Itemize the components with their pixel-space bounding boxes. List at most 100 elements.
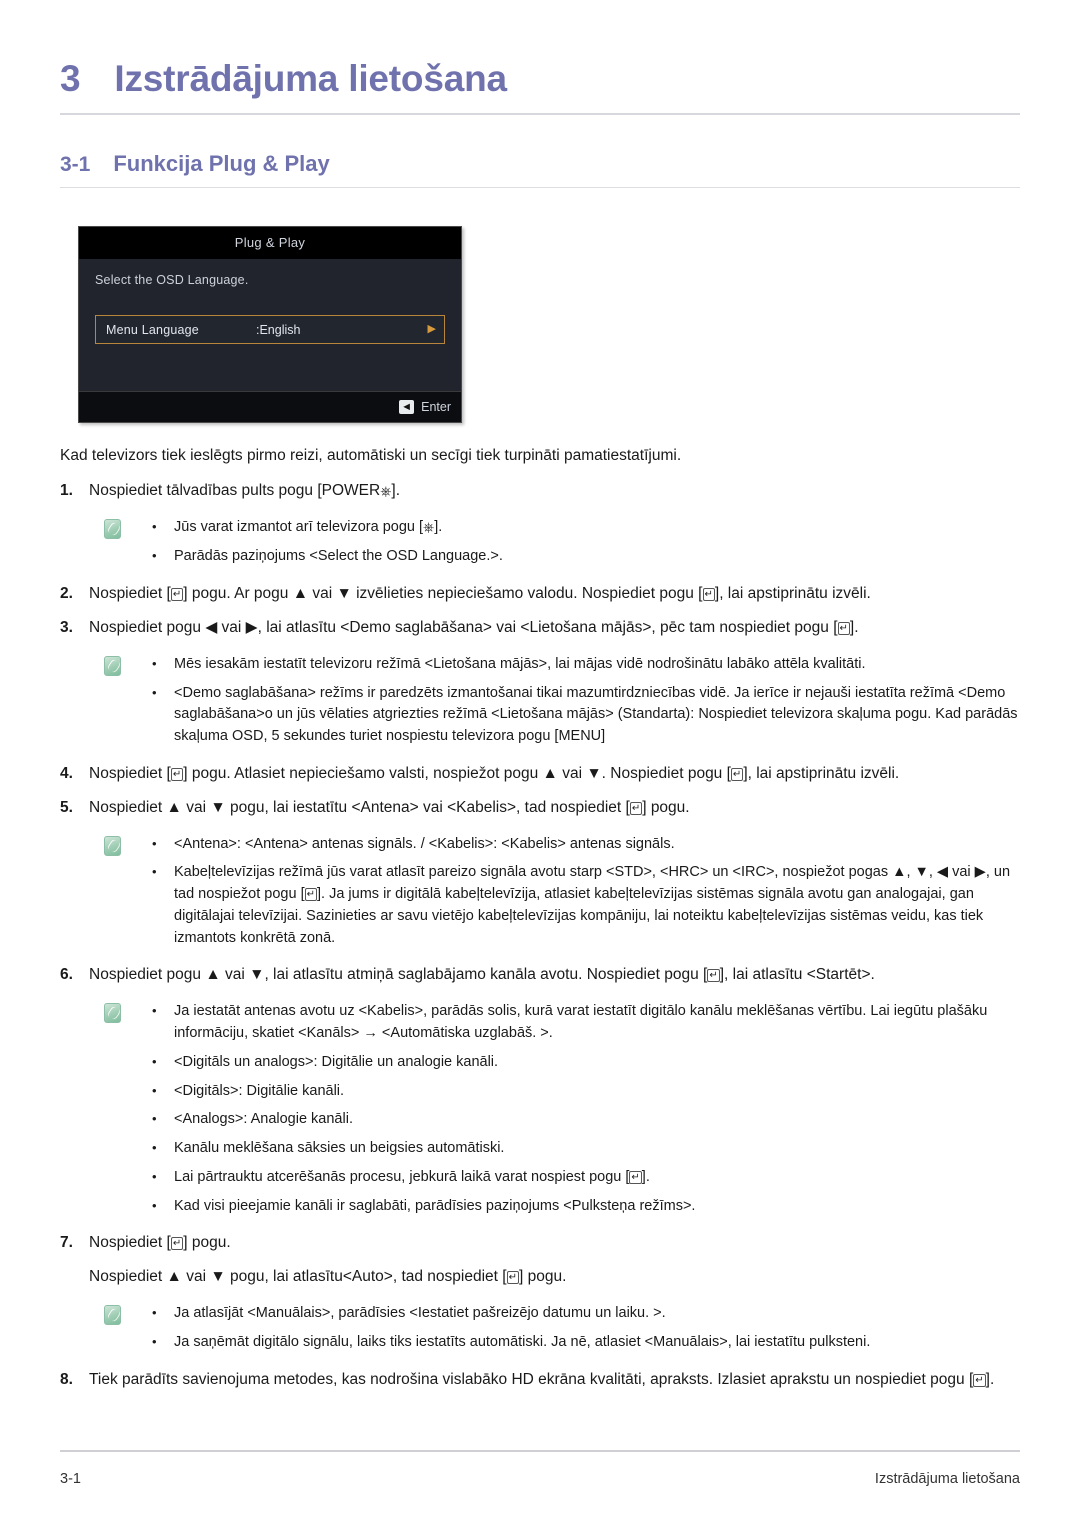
osd-enter-label: Enter <box>421 400 451 414</box>
step-text: Nospiediet pogu ◀ vai ▶, lai atlasītu <D… <box>89 617 1020 640</box>
step-text: Nospiediet [↵] pogu. Ar pogu ▲ vai ▼ izv… <box>89 583 1020 606</box>
step-number: 6. <box>60 966 73 984</box>
bullet-text: Ja atlasījāt <Manuālais>, parādīsies <Ie… <box>174 1305 666 1322</box>
list-item: • <Digitāls un analogs>: Digitālie un an… <box>152 1052 1020 1074</box>
section-heading: 3-1 Funkcija Plug & Play <box>60 151 1020 177</box>
bullet-text: Kabeļtelevīzijas režīmā jūs varat atlasī… <box>174 862 1020 949</box>
step-7-p2: ] pogu. <box>183 1234 231 1252</box>
step-text: Nospiediet [ ↵] pogu. Atlasiet nepiecieša… <box>89 763 1020 786</box>
enter-key-icon: ↵ <box>304 888 317 902</box>
step-7-line2-p1: Nospiediet ▲ vai ▼ pogu, lai atlasītu<Au… <box>89 1268 507 1286</box>
list-item: • <Digitāls>: Digitālie kanāli. <box>152 1081 1020 1103</box>
step-1: 1. Nospiediet tālvadības pults pogu [POW… <box>60 480 1020 503</box>
osd-row-label: Menu Language <box>106 322 199 337</box>
steps-list: 1. Nospiediet tālvadības pults pogu [POW… <box>60 480 1020 1391</box>
step-number: 4. <box>60 764 73 782</box>
list-item: • <Demo saglabāšana> režīms ir paredzēts… <box>152 683 1020 748</box>
step-5: 5. Nospiediet ▲ vai ▼ pogu, lai iestatīt… <box>60 797 1020 820</box>
bullet-text: Lai pārtrauktu atcerēšanās procesu, jebk… <box>174 1167 1020 1189</box>
step-5-p2: ] pogu. <box>642 798 690 816</box>
enter-key-icon: ↵ <box>629 801 643 815</box>
note-block-1: • Jūs varat izmantot arī televizora pogu… <box>60 517 1020 568</box>
list-item: • Ja saņēmāt digitālo signālu, laiks tik… <box>152 1332 1020 1354</box>
list-item: • Mēs iesakām iestatīt televizoru režīmā… <box>152 654 1020 676</box>
bullet-text: Kad visi pieejamie kanāli ir saglabāti, … <box>174 1197 696 1214</box>
bullet-dot: • <box>152 835 157 851</box>
step-3-p1: Nospiediet pogu ◀ vai ▶, lai atlasītu <D… <box>89 618 838 636</box>
bullet-dot: • <box>152 1168 157 1184</box>
section-title: Funkcija Plug & Play <box>113 151 330 176</box>
footer-divider <box>60 1450 1020 1452</box>
note-icon <box>104 655 121 676</box>
step-7-continued: Nospiediet ▲ vai ▼ pogu, lai atlasītu<Au… <box>89 1266 1020 1289</box>
note-icon <box>104 1305 121 1326</box>
list-item: • Kad visi pieejamie kanāli ir saglabāti… <box>152 1196 1020 1218</box>
power-icon: ⎈ <box>423 519 435 536</box>
bullet-dot: • <box>152 1140 157 1156</box>
footer-page-number: 3-1 <box>60 1471 81 1487</box>
bullet-dot: • <box>152 1053 157 1069</box>
bullet-text: <Demo saglabāšana> režīms ir paredzēts i… <box>174 684 1018 745</box>
chevron-right-icon[interactable]: ▶ <box>428 324 436 335</box>
note1-b1-post: ]. <box>434 519 443 536</box>
enter-key-icon: ↵ <box>702 587 715 601</box>
note-icon <box>104 519 121 540</box>
step-7-line2-p2: ] pogu. <box>518 1268 567 1286</box>
step-4-p1: Nospiediet [ <box>89 764 171 782</box>
power-icon: ⎈ <box>380 483 392 500</box>
intro-paragraph: Kad televizors tiek ieslēgts pirmo reizi… <box>60 447 682 464</box>
step-2-p1: Nospiediet [ <box>89 584 171 602</box>
bullet-text: Parādās paziņojums <Select the OSD Langu… <box>174 548 503 565</box>
note1-b1-pre: Jūs varat izmantot arī televizora pogu [ <box>174 519 424 536</box>
osd-prompt: Select the OSD Language. <box>95 273 249 287</box>
step-text: Nospiediet ▲ vai ▼ pogu, lai iestatītu <… <box>89 797 1020 820</box>
note-block-3: • <Antena>: <Antena> antenas signāls. / … <box>60 834 1020 950</box>
bullet-text: Kanālu meklēšana sāksies un beigsies aut… <box>174 1140 505 1157</box>
list-item: • <Analogs>: Analogie kanāli. <box>152 1109 1020 1131</box>
list-item: • Jūs varat izmantot arī televizora pogu… <box>152 517 1020 539</box>
step-3: 3. Nospiediet pogu ◀ vai ▶, lai atlasītu… <box>60 617 1020 640</box>
step-text: Tiek parādīts savienojuma metodes, kas n… <box>89 1369 1020 1392</box>
step-text: Nospiediet [↵] pogu. <box>89 1232 1020 1255</box>
step-8: 8. Tiek parādīts savienojuma metodes, ka… <box>60 1369 1020 1392</box>
note-icon <box>104 1003 121 1024</box>
enter-key-icon: ↵ <box>973 1373 986 1387</box>
note4-stop-p1: Lai pārtrauktu atcerēšanās procesu, jebk… <box>174 1168 630 1185</box>
page-footer: 3-1 Izstrādājuma lietošana <box>60 1471 1020 1487</box>
osd-figure: Plug & Play Select the OSD Language. Men… <box>78 226 1020 423</box>
document-page: 3 Izstrādājuma lietošana 3-1 Funkcija Pl… <box>0 0 1080 1527</box>
enter-key-icon: ↵ <box>629 1170 642 1184</box>
step-8-p2: ]. <box>985 1370 995 1388</box>
step-text: Nospiediet tālvadības pults pogu [POWER⎈… <box>89 480 1020 503</box>
step-number: 1. <box>60 482 73 500</box>
enter-key-icon: ◄ <box>399 400 415 414</box>
list-item: • Ja atlasījāt <Manuālais>, parādīsies <… <box>152 1303 1020 1325</box>
note-block-2: • Mēs iesakām iestatīt televizoru režīmā… <box>60 654 1020 748</box>
bullet-dot: • <box>152 519 157 535</box>
step-6-p1: Nospiediet pogu ▲ vai ▼, lai atlasītu at… <box>89 966 708 984</box>
osd-dialog: Plug & Play Select the OSD Language. Men… <box>78 226 462 423</box>
step-6-p2: ], lai atlasītu <Startēt>. <box>719 966 875 984</box>
chapter-number: 3 <box>60 58 81 99</box>
step-1-pre: Nospiediet tālvadības pults pogu [POWER <box>89 482 381 500</box>
bullet-text: <Analogs>: Analogie kanāli. <box>174 1111 353 1128</box>
step-1-post: ]. <box>391 482 401 500</box>
bullet-text: <Digitāls>: Digitālie kanāli. <box>174 1082 345 1099</box>
bullet-text: Mēs iesakām iestatīt televizoru režīmā <… <box>174 655 866 672</box>
step-number: 3. <box>60 618 73 636</box>
bullet-text: <Digitāls un analogs>: Digitālie un anal… <box>174 1053 499 1070</box>
step-4-p2: ] pogu. Atlasiet nepieciešamo valsti, no… <box>183 764 731 782</box>
osd-title: Plug & Play <box>79 227 461 259</box>
section-divider <box>60 187 1020 188</box>
step-2: 2. Nospiediet [↵] pogu. Ar pogu ▲ vai ▼ … <box>60 583 1020 606</box>
section-number: 3-1 <box>60 153 91 176</box>
bullet-text: Ja saņēmāt digitālo signālu, laiks tiks … <box>174 1333 871 1350</box>
enter-key-icon: ↵ <box>730 767 744 781</box>
note-block-5: • Ja atlasījāt <Manuālais>, parādīsies <… <box>60 1303 1020 1354</box>
osd-menu-language-row[interactable]: Menu Language :English ▶ <box>95 315 445 344</box>
list-item: • Ja iestatāt antenas avotu uz <Kabelis>… <box>152 1001 1020 1045</box>
bullet-dot: • <box>152 1197 157 1213</box>
bullet-dot: • <box>152 1082 157 1098</box>
enter-key-icon: ↵ <box>170 587 184 601</box>
bullet-text: Jūs varat izmantot arī televizora pogu [… <box>174 517 1020 539</box>
